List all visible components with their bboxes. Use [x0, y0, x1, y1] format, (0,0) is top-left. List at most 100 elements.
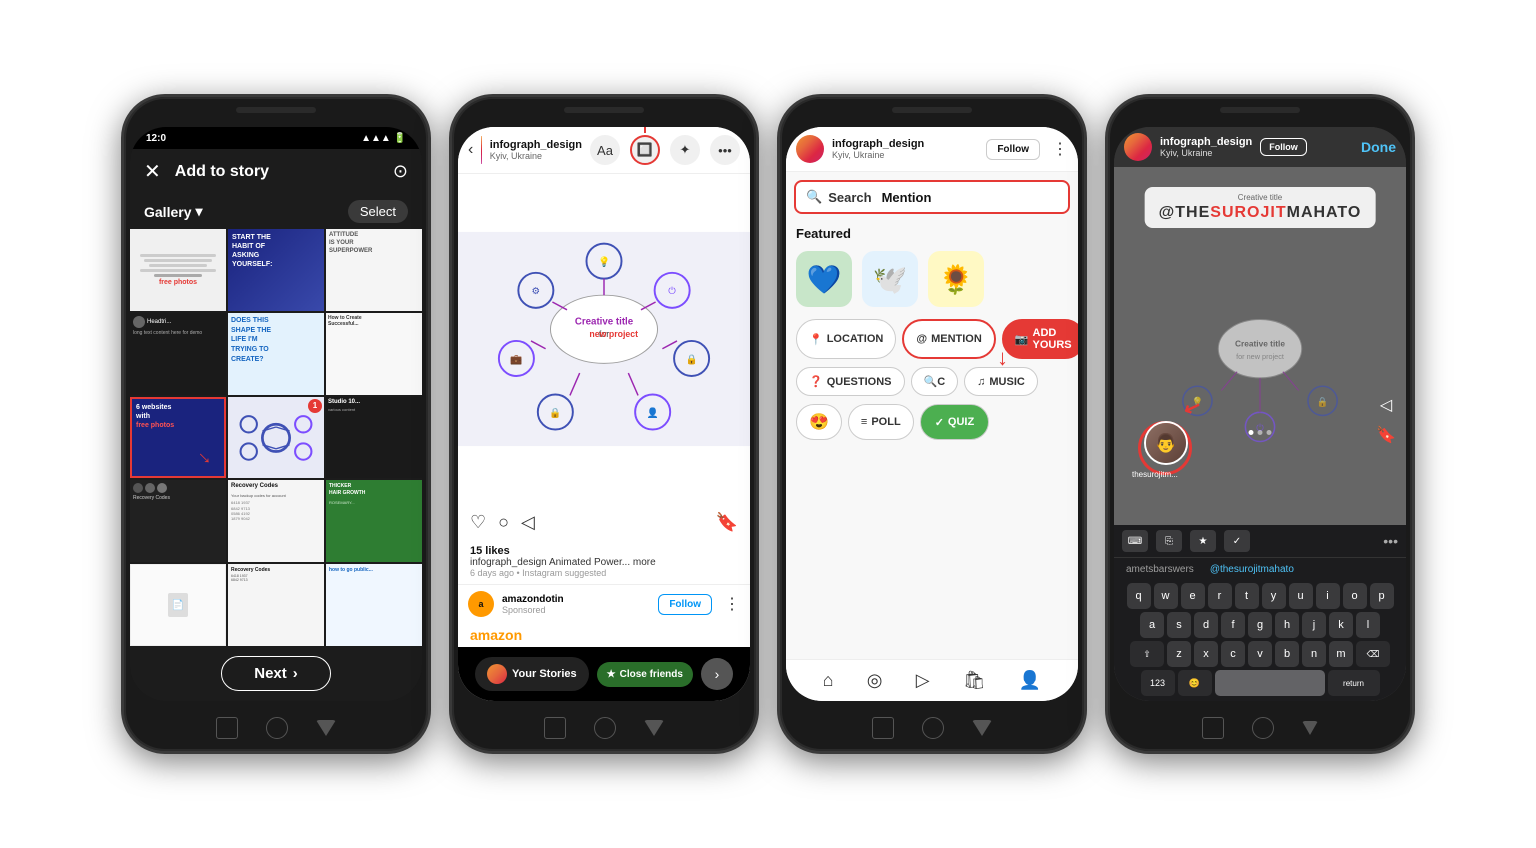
share-icon[interactable]: ◁ [521, 512, 535, 533]
dove-sticker[interactable]: 🕊️ [862, 251, 918, 307]
ad-follow-button[interactable]: Follow [658, 594, 712, 615]
text-icon-btn[interactable]: Aa [590, 135, 620, 165]
music-pill[interactable]: ♫ MUSIC [964, 367, 1038, 396]
grid-cell-11[interactable]: Recovery Codes Your backup codes for acc… [228, 480, 324, 562]
your-stories-button[interactable]: Your Stories [475, 657, 589, 691]
nav-circle-1[interactable] [266, 717, 288, 739]
reels-icon-3[interactable]: ▷ [916, 670, 930, 691]
follow-button-3[interactable]: Follow [986, 139, 1040, 160]
sticker-icon-btn[interactable]: 🔲 ↑ [630, 135, 660, 165]
profile-icon-3[interactable]: 👤 [1019, 670, 1041, 691]
key-f[interactable]: f [1221, 612, 1245, 638]
nav-back-2[interactable] [644, 720, 664, 736]
settings-icon[interactable]: ⊙ [393, 161, 408, 182]
sunflower-sticker[interactable]: 🌻 [928, 251, 984, 307]
close-button[interactable]: ✕ [144, 159, 161, 184]
key-q[interactable]: q [1127, 583, 1151, 609]
key-o[interactable]: o [1343, 583, 1367, 609]
grid-cell-15[interactable]: how to go public... [326, 564, 422, 646]
key-y[interactable]: y [1262, 583, 1286, 609]
follow-button-4[interactable]: Follow [1260, 138, 1307, 156]
grid-cell-7-highlighted[interactable]: 6 websiteswithfree photos → [130, 397, 226, 479]
key-e[interactable]: e [1181, 583, 1205, 609]
kb-star-icon[interactable]: ★ [1190, 530, 1216, 552]
nav-circle-2[interactable] [594, 717, 616, 739]
mention-badge[interactable]: Creative title @THESUROJITMAHATO [1145, 187, 1376, 228]
grid-cell-14[interactable]: Recovery Codes 6418 19376842 9713 [228, 564, 324, 646]
chevron-down-icon[interactable]: ▾ [195, 203, 202, 220]
shift-key[interactable]: ⇧ [1130, 641, 1164, 667]
grid-cell-5[interactable]: DOES THISSHAPE THELIFE I'MTRYING TOCREAT… [228, 313, 324, 395]
sticker-search-bar[interactable]: 🔍 Search Mention [794, 180, 1070, 214]
kb-emoji-icon[interactable]: ⌨ [1122, 530, 1148, 552]
key-c[interactable]: c [1221, 641, 1245, 667]
numbers-key[interactable]: 123 [1141, 670, 1175, 696]
select-button[interactable]: Select [348, 200, 408, 223]
space-key[interactable] [1215, 670, 1325, 696]
grid-cell-9[interactable]: Studio 10... various content [326, 397, 422, 479]
bookmark-icon-4[interactable]: 🔖 [1376, 425, 1396, 445]
key-x[interactable]: x [1194, 641, 1218, 667]
key-j[interactable]: j [1302, 612, 1326, 638]
share-icon-4[interactable]: ◁ [1380, 395, 1392, 415]
key-w[interactable]: w [1154, 583, 1178, 609]
shop-icon-3[interactable]: 🛍 [963, 670, 986, 691]
add-yours-pill[interactable]: 📷 ADD YOURS [1002, 319, 1078, 359]
emoji-key[interactable]: 😊 [1178, 670, 1212, 696]
quiz-pill[interactable]: ✓ QUIZ [920, 404, 990, 440]
back-icon[interactable]: ‹ [468, 141, 473, 159]
suggestion-1[interactable]: ametsbarswers [1122, 562, 1198, 577]
search-nav-icon-3[interactable]: ◎ [867, 670, 883, 691]
key-z[interactable]: z [1167, 641, 1191, 667]
key-d[interactable]: d [1194, 612, 1218, 638]
kb-copy-icon[interactable]: ⎘ [1156, 530, 1182, 552]
key-r[interactable]: r [1208, 583, 1232, 609]
emoji-pill[interactable]: 😍 [796, 404, 842, 440]
grid-cell-2[interactable]: START THEHABIT OFASKINGYOURSELF: [228, 229, 324, 311]
next-arrow-button[interactable]: › [701, 658, 733, 690]
ukraine-heart-sticker[interactable]: 💙 [796, 251, 852, 307]
return-key[interactable]: return [1328, 670, 1380, 696]
nav-back-4[interactable] [1302, 721, 1318, 735]
grid-cell-4[interactable]: Headtri... long text content here for de… [130, 313, 226, 395]
key-h[interactable]: h [1275, 612, 1299, 638]
key-s[interactable]: s [1167, 612, 1191, 638]
like-icon[interactable]: ♡ [470, 512, 486, 533]
mention-pill[interactable]: @ MENTION [902, 319, 995, 359]
kb-more-icon[interactable]: ••• [1383, 533, 1398, 549]
next-button[interactable]: Next › [221, 656, 331, 691]
nav-circle-4[interactable] [1252, 717, 1274, 739]
key-k[interactable]: k [1329, 612, 1353, 638]
bookmark-icon[interactable]: 🔖 [716, 512, 738, 533]
nav-back-1[interactable] [316, 720, 336, 736]
nav-square-1[interactable] [216, 717, 238, 739]
key-t[interactable]: t [1235, 583, 1259, 609]
grid-cell-13[interactable]: 📄 [130, 564, 226, 646]
home-icon-3[interactable]: ⌂ [823, 670, 834, 691]
key-a[interactable]: a [1140, 612, 1164, 638]
key-l[interactable]: l [1356, 612, 1380, 638]
key-p[interactable]: p [1370, 583, 1394, 609]
grid-cell-8[interactable]: 1 [228, 397, 324, 479]
grid-cell-12[interactable]: THICKERHAIR GROWTH ROSEMARY... [326, 480, 422, 562]
grid-cell-10[interactable]: Recovery Codes [130, 480, 226, 562]
nav-square-2[interactable] [544, 717, 566, 739]
grid-cell-1[interactable]: free photos [130, 229, 226, 311]
poll-pill[interactable]: ≡ POLL [848, 404, 914, 440]
kb-check-icon[interactable]: ✓ [1224, 530, 1250, 552]
suggestion-2[interactable]: @thesurojitmahato [1206, 562, 1298, 577]
ad-more-icon[interactable]: ⋮ [724, 594, 740, 614]
key-i[interactable]: i [1316, 583, 1340, 609]
done-button[interactable]: Done [1361, 139, 1396, 155]
close-friends-button[interactable]: ★ Close friends [597, 662, 693, 687]
key-m[interactable]: m [1329, 641, 1353, 667]
grid-cell-6[interactable]: How to CreateSuccessful... [326, 313, 422, 395]
key-u[interactable]: u [1289, 583, 1313, 609]
key-g[interactable]: g [1248, 612, 1272, 638]
comment-icon[interactable]: ○ [498, 512, 509, 533]
nav-back-3[interactable] [972, 720, 992, 736]
move-icon-btn[interactable]: ✦ [670, 135, 700, 165]
nav-circle-3[interactable] [922, 717, 944, 739]
search-pill[interactable]: 🔍C [911, 367, 959, 396]
questions-pill[interactable]: ❓ QUESTIONS [796, 367, 905, 396]
